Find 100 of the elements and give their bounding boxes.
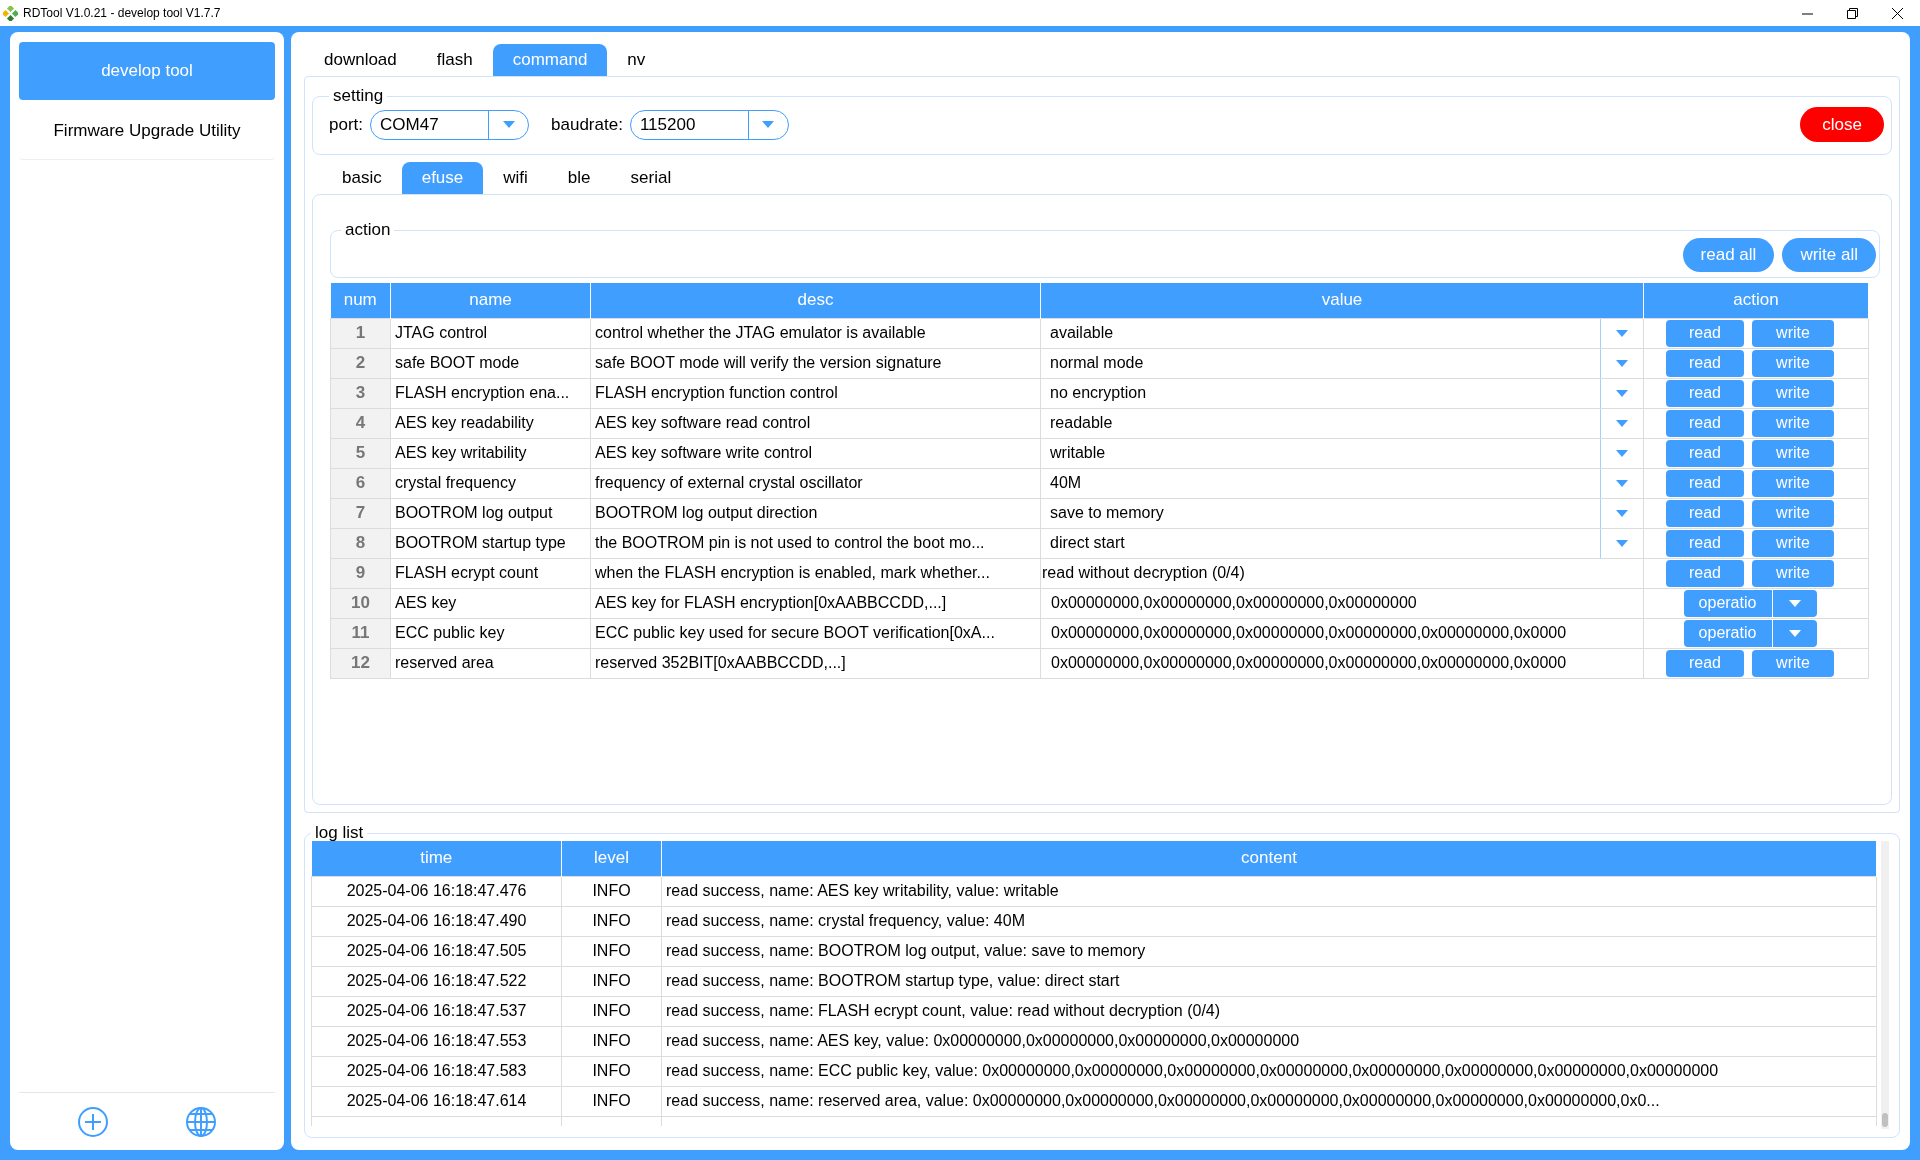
table-cell: safe BOOT mode: [390, 348, 591, 378]
table-cell: read success, name: crystal frequency, value: 40M: [661, 906, 1877, 936]
caret-icon: [1616, 509, 1628, 517]
table-cell: INFO: [561, 966, 662, 996]
tab[interactable]: nv: [607, 44, 666, 76]
close-window-icon: [1892, 7, 1903, 19]
window-title: RDTool V1.0.21 - develop tool V1.7.7: [23, 6, 222, 20]
dropdown-field[interactable]: readable: [1041, 409, 1643, 437]
write-button[interactable]: write: [1752, 559, 1834, 587]
read-button[interactable]: read: [1666, 409, 1744, 437]
table-cell: INFO: [561, 876, 662, 906]
table-cell: BOOTROM log output: [390, 498, 591, 528]
write-button[interactable]: write: [1752, 439, 1834, 467]
write-button[interactable]: write: [1752, 319, 1834, 347]
row-number: 6: [330, 468, 391, 498]
add-icon[interactable]: [77, 1105, 109, 1138]
write-button[interactable]: write: [1752, 469, 1834, 497]
table-cell: control whether the JTAG emulator is available: [590, 318, 1041, 348]
tab[interactable]: command: [492, 44, 608, 76]
tab[interactable]: download: [304, 44, 417, 76]
restore-icon: [1847, 7, 1858, 19]
caret-icon: [1616, 449, 1628, 457]
dropdown-field[interactable]: available: [1041, 319, 1643, 347]
table-cell: read success, name: reserved area, value: 0x00000000,0x00000000,0x00000000,0x00000000,0x00000000,0x00000000,0x00000000,0x0...: [661, 1086, 1877, 1116]
row-number: 12: [330, 648, 391, 678]
read-button[interactable]: read: [1666, 319, 1744, 347]
write-button[interactable]: write: [1752, 349, 1834, 377]
group-title: action: [344, 220, 392, 240]
row-number: 7: [330, 498, 391, 528]
dropdown-button[interactable]: [1772, 619, 1817, 647]
row-number: 8: [330, 528, 391, 558]
read-button[interactable]: read: [1666, 379, 1744, 407]
dropdown-field[interactable]: normal mode: [1041, 349, 1643, 377]
dropdown-field[interactable]: direct start: [1041, 529, 1643, 557]
table-cell: AES key for FLASH encryption[0xAABBCCDD,...]: [590, 588, 1041, 618]
operation-button[interactable]: operatio: [1683, 619, 1773, 647]
input-field[interactable]: 0x00000000,0x00000000,0x00000000,0x00000000,0x00000000,0x0000: [1041, 619, 1643, 647]
caret-icon: [1788, 629, 1801, 637]
table-cell: frequency of external crystal oscillator: [590, 468, 1041, 498]
write-button[interactable]: write: [1752, 409, 1834, 437]
table-cell: reserved area: [390, 648, 591, 678]
column-header: level: [561, 841, 662, 876]
table-cell: 2025-04-06 16:18:47.537: [311, 996, 562, 1026]
caret-icon: [1788, 599, 1801, 607]
sub-tab[interactable]: wifi: [483, 162, 548, 194]
group-title: setting: [332, 86, 385, 106]
dropdown-field[interactable]: save to memory: [1041, 499, 1643, 527]
sidebar-item[interactable]: develop tool: [19, 42, 275, 100]
dropdown-field[interactable]: 40M: [1041, 469, 1643, 497]
sub-tab[interactable]: basic: [322, 162, 402, 194]
column-header: action: [1643, 283, 1869, 318]
sub-tab[interactable]: efuse: [401, 162, 484, 194]
read-button[interactable]: read: [1666, 439, 1744, 467]
table-cell: FLASH encryption ena...: [390, 378, 591, 408]
row-number: 4: [330, 408, 391, 438]
caret-icon: [1616, 389, 1628, 397]
write-button[interactable]: write: [1752, 379, 1834, 407]
table-cell: read success, name: BOOTROM startup type, value: direct start: [661, 966, 1877, 996]
read-button[interactable]: read: [1666, 529, 1744, 557]
scrollbar[interactable]: [1881, 841, 1889, 1129]
table-cell: read success, name: AES key, value: 0x00000000,0x00000000,0x00000000,0x00000000: [661, 1026, 1877, 1056]
write-button[interactable]: write: [1752, 649, 1834, 677]
dropdown-field[interactable]: writable: [1041, 439, 1643, 467]
write-button[interactable]: write: [1752, 499, 1834, 527]
action-button[interactable]: read all: [1682, 238, 1775, 272]
write-button[interactable]: write: [1752, 529, 1834, 557]
read-button[interactable]: read: [1666, 559, 1744, 587]
field-label: port:: [329, 114, 364, 135]
dropdown-field[interactable]: no encryption: [1041, 379, 1643, 407]
tab[interactable]: flash: [416, 44, 493, 76]
input-field[interactable]: 0x00000000,0x00000000,0x00000000,0x00000000,0x00000000,0x0000: [1041, 649, 1643, 677]
row-number: 1: [330, 318, 391, 348]
table-cell: the BOOTROM pin is not used to control the boot mo...: [590, 528, 1041, 558]
close-button[interactable]: close: [1800, 107, 1884, 142]
globe-icon[interactable]: [185, 1105, 217, 1138]
caret-icon: [762, 121, 775, 128]
field-label: baudrate:: [551, 114, 623, 135]
column-header: desc: [590, 283, 1041, 318]
row-number: 10: [330, 588, 391, 618]
column-header: num: [330, 283, 391, 318]
read-button[interactable]: read: [1666, 499, 1744, 527]
sidebar-item[interactable]: Firmware Upgrade Utility: [19, 102, 275, 160]
column-header: content: [661, 841, 1877, 876]
caret-icon: [1616, 329, 1628, 337]
row-number: 9: [330, 558, 391, 588]
input-field[interactable]: 0x00000000,0x00000000,0x00000000,0x00000000: [1041, 589, 1643, 617]
sub-tab[interactable]: ble: [547, 162, 611, 194]
sub-tab[interactable]: serial: [610, 162, 692, 194]
action-button[interactable]: write all: [1782, 238, 1876, 272]
app-logo-icon: [3, 5, 18, 21]
table-cell: 2025-04-06 16:18:47.522: [311, 966, 562, 996]
caret-icon: [1616, 359, 1628, 367]
table-cell: AES key readability: [390, 408, 591, 438]
read-button[interactable]: read: [1666, 649, 1744, 677]
table-cell: 2025-04-06 16:18:47.490: [311, 906, 562, 936]
caret-icon: [1616, 479, 1628, 487]
read-button[interactable]: read: [1666, 469, 1744, 497]
dropdown-button[interactable]: [1772, 589, 1817, 617]
read-button[interactable]: read: [1666, 349, 1744, 377]
operation-button[interactable]: operatio: [1683, 589, 1773, 617]
